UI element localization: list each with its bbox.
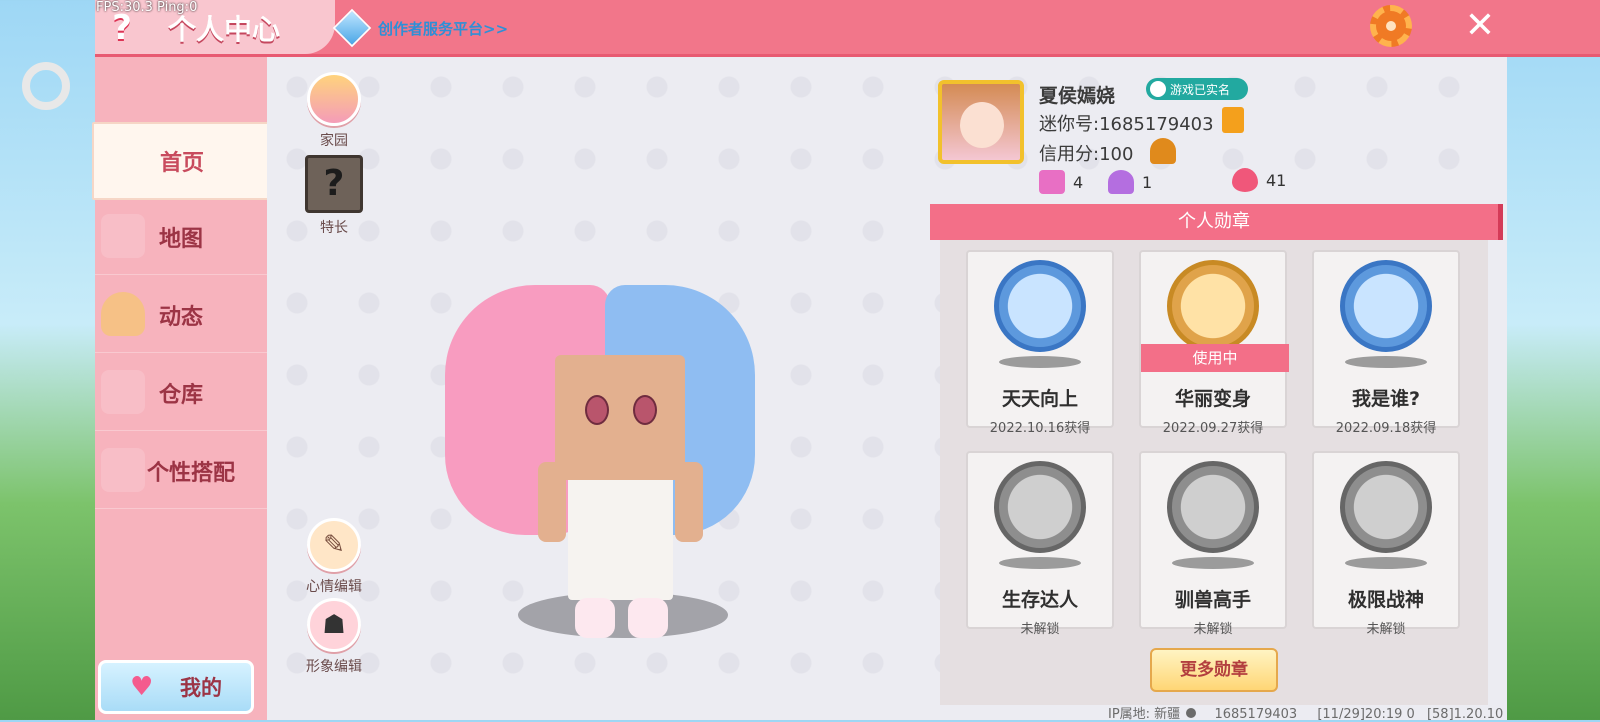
question-block-icon: ? (305, 155, 363, 213)
badge-card[interactable]: 驯兽高手 未解锁 (1139, 451, 1287, 637)
sidebar: 首页 地图 动态 仓库 个性搭配 (92, 57, 272, 720)
home-label: 家园 (320, 133, 348, 149)
footer-info: IP属地: 新疆 1685179403 [11/29]20:19 0 [58]1… (1108, 703, 1503, 722)
bell-icon (101, 292, 145, 336)
badge-card[interactable]: 使用中 华丽变身 2022.09.27获得 (1139, 250, 1289, 436)
edit-icon: ✎ (307, 518, 361, 572)
envelope-badge-icon (1340, 260, 1432, 352)
credit-score: 信用分:100 (1039, 144, 1134, 165)
stat-value: 4 (1073, 172, 1084, 192)
avatar-face (960, 102, 1004, 148)
badge-date: 未解锁 (1366, 622, 1406, 637)
dino-badge-icon (1167, 260, 1259, 352)
badge-date: 2022.09.27获得 (1162, 421, 1264, 436)
more-badges-button[interactable]: 更多勋章 (1150, 648, 1278, 692)
mood-edit-label: 心情编辑 (306, 579, 362, 595)
flame-icon (1232, 168, 1258, 192)
sidebar-item-outfit[interactable]: 个性搭配 (95, 434, 267, 509)
verified-label: 游戏已实名 (1170, 82, 1231, 97)
close-icon[interactable]: ✕ (1460, 6, 1500, 46)
info-icon[interactable] (1186, 708, 1197, 718)
badge-name: 我是谁? (1351, 388, 1421, 410)
map-icon (101, 214, 145, 258)
badge-date: 2022.09.18获得 (1335, 421, 1437, 436)
credit-icon[interactable] (1150, 138, 1176, 164)
stat-plus[interactable]: 4 (1039, 170, 1083, 194)
sidebar-item-label: 仓库 (158, 383, 203, 408)
look-edit-label: 形象编辑 (306, 659, 362, 675)
avatar[interactable] (938, 80, 1024, 164)
badge-stand (1345, 557, 1427, 569)
sidebar-item-label: 首页 (159, 151, 204, 176)
sidebar-item-label: 地图 (158, 227, 203, 252)
character-eye (585, 395, 609, 425)
boss-badge-icon (1340, 461, 1432, 553)
heart-icon: ♥ (130, 672, 154, 702)
home-button[interactable]: 家园 (298, 72, 370, 150)
character-foot-right (628, 598, 668, 638)
badge-name: 华丽变身 (1174, 388, 1251, 410)
badge-stand (999, 356, 1081, 368)
sidebar-item-feed[interactable]: 动态 (95, 278, 267, 353)
badge-card[interactable]: 极限战神 未解锁 (1312, 451, 1460, 637)
in-use-label: 使用中 (1141, 344, 1289, 372)
badge-date: 未解锁 (1020, 622, 1060, 637)
badge-name: 天天向上 (1001, 388, 1078, 410)
my-button[interactable]: ♥ 我的 (98, 660, 254, 714)
skill-label: 特长 (320, 220, 348, 236)
badges-header: 个人勋章 (930, 204, 1503, 240)
skill-button[interactable]: ? 特长 (298, 155, 370, 237)
sidebar-item-warehouse[interactable]: 仓库 (95, 356, 267, 431)
username: 夏侯嫣娆 (1039, 85, 1116, 107)
stat-value: 1 (1142, 172, 1153, 192)
stat-value: 41 (1266, 170, 1287, 190)
my-button-label: 我的 (180, 676, 222, 700)
plus-box-icon (1039, 170, 1065, 194)
character-foot-left (575, 598, 615, 638)
look-edit-button[interactable]: ☗ 形象编辑 (298, 598, 370, 676)
badge-stand (999, 557, 1081, 569)
mini-id: 迷你号:1685179403 (1039, 114, 1214, 135)
sidebar-item-home[interactable]: 首页 (92, 122, 272, 200)
person-icon (1150, 81, 1166, 97)
house-icon (307, 72, 361, 126)
horse-badge-icon (1167, 461, 1259, 553)
stat-flame[interactable]: 41 (1232, 168, 1286, 192)
badge-stand (1345, 356, 1427, 368)
sidebar-item-map[interactable]: 地图 (95, 200, 267, 275)
creator-platform-link[interactable]: 创作者服务平台>> (378, 18, 508, 39)
sidebar-item-label: 个性搭配 (146, 461, 235, 486)
badge-stand (1172, 557, 1254, 569)
gear-icon[interactable] (1370, 5, 1412, 47)
badge-date: 未解锁 (1193, 622, 1233, 637)
campfire-badge-icon (994, 461, 1086, 553)
mood-edit-button[interactable]: ✎ 心情编辑 (298, 518, 370, 596)
character-eye (633, 395, 657, 425)
badge-date: 2022.10.16获得 (989, 421, 1091, 436)
badge-name: 极限战神 (1347, 589, 1424, 611)
badge-card[interactable]: 生存达人 未解锁 (966, 451, 1114, 637)
badge-name: 驯兽高手 (1174, 589, 1251, 611)
outfit-icon (101, 448, 145, 492)
outfit-edit-icon: ☗ (307, 598, 361, 652)
badge-card[interactable]: 我是谁? 2022.09.18获得 (1312, 250, 1460, 436)
calendar-badge-icon (994, 260, 1086, 352)
warehouse-icon (101, 370, 145, 414)
cheer-icon (1108, 170, 1134, 194)
verified-badge: 游戏已实名 (1146, 78, 1248, 100)
copy-icon[interactable] (1222, 107, 1244, 133)
badge-name: 生存达人 (1001, 589, 1078, 611)
fps-counter: FPS:30.3 Ping:0 (96, 0, 198, 15)
stat-cheer[interactable]: 1 (1108, 170, 1152, 194)
sidebar-item-label: 动态 (158, 305, 203, 330)
character-face[interactable] (555, 355, 685, 480)
badge-card[interactable]: 天天向上 2022.10.16获得 (966, 250, 1114, 436)
record-icon[interactable] (22, 62, 70, 110)
